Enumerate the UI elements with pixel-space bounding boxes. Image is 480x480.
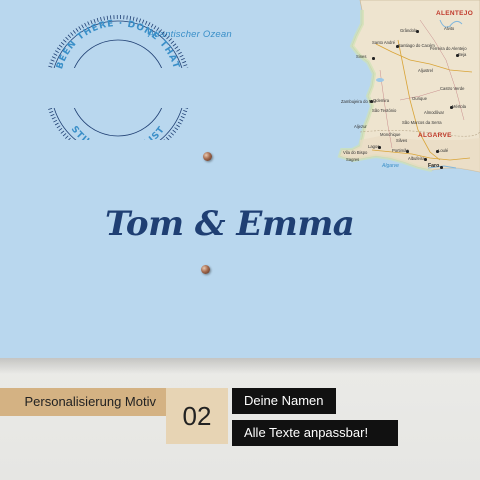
city-label: Odemira (373, 98, 390, 103)
city-label: Ourique (412, 96, 427, 101)
city-label: Santo André (372, 40, 396, 45)
city-label: Grândola (400, 28, 418, 33)
canvas-shadow (0, 358, 480, 374)
city-label: Loulé (438, 148, 449, 153)
city-label: Alvito (444, 26, 455, 31)
city-dot (416, 30, 419, 33)
city-label: Aljezur (354, 124, 367, 129)
map-canvas: Atlantischer Ozean Algarve ALENTEJO ALGA… (0, 0, 480, 358)
svg-text:STILL ON THE LIST: STILL ON THE LIST (69, 125, 168, 140)
city-label: Almodôvar (424, 110, 445, 115)
city-label: Silves (396, 138, 408, 143)
city-dot (450, 106, 453, 109)
city-label: Sagres (346, 157, 360, 162)
city-dot (372, 57, 375, 60)
motif-number: 02 (166, 388, 228, 444)
city-label: Ferreira do Alentejo (430, 46, 467, 51)
city-label: Castro Verde (440, 86, 465, 91)
city-dot (396, 45, 399, 48)
city-label: Vila do Bispo (343, 150, 368, 155)
badge-top-text: BEEN THERE · DONE THAT (55, 19, 180, 70)
city-label: Beja (458, 52, 467, 57)
city-dot (440, 166, 443, 169)
texts-label: Alle Texte anpassbar! (232, 420, 398, 446)
badge-names: Tom & Emma (105, 204, 355, 244)
city-label-faro: Faro (428, 163, 440, 169)
badge-emblem: BEEN THERE · DONE THAT STILL ON THE LIST (10, 15, 220, 140)
city-dot (436, 150, 439, 153)
city-label: Mértola (452, 104, 466, 109)
city-dot (406, 150, 409, 153)
city-dot (424, 158, 427, 161)
motif-label: Personalisierung Motiv (0, 388, 166, 416)
city-label: Aljustrel (418, 68, 433, 73)
badge-bottom-text: STILL ON THE LIST (69, 125, 167, 140)
pin-bottom (201, 265, 210, 274)
region-algarve: ALGARVE (418, 132, 452, 139)
city-dot (378, 146, 381, 149)
city-label: Albufeira (408, 156, 425, 161)
city-dot (370, 100, 373, 103)
names-label: Deine Namen (232, 388, 336, 414)
city-label: Sines (356, 54, 367, 59)
city-label: São Teotónio (372, 108, 397, 113)
svg-text:BEEN THERE · DONE THAT: BEEN THERE · DONE THAT (55, 19, 181, 70)
region-alentejo: ALENTEJO (436, 10, 474, 17)
city-dot (456, 54, 459, 57)
city-label: Monchique (380, 132, 401, 137)
pin-top (203, 152, 212, 161)
sea-label: Algarve (382, 163, 399, 169)
city-label: São Marcos da Serra (402, 120, 442, 125)
